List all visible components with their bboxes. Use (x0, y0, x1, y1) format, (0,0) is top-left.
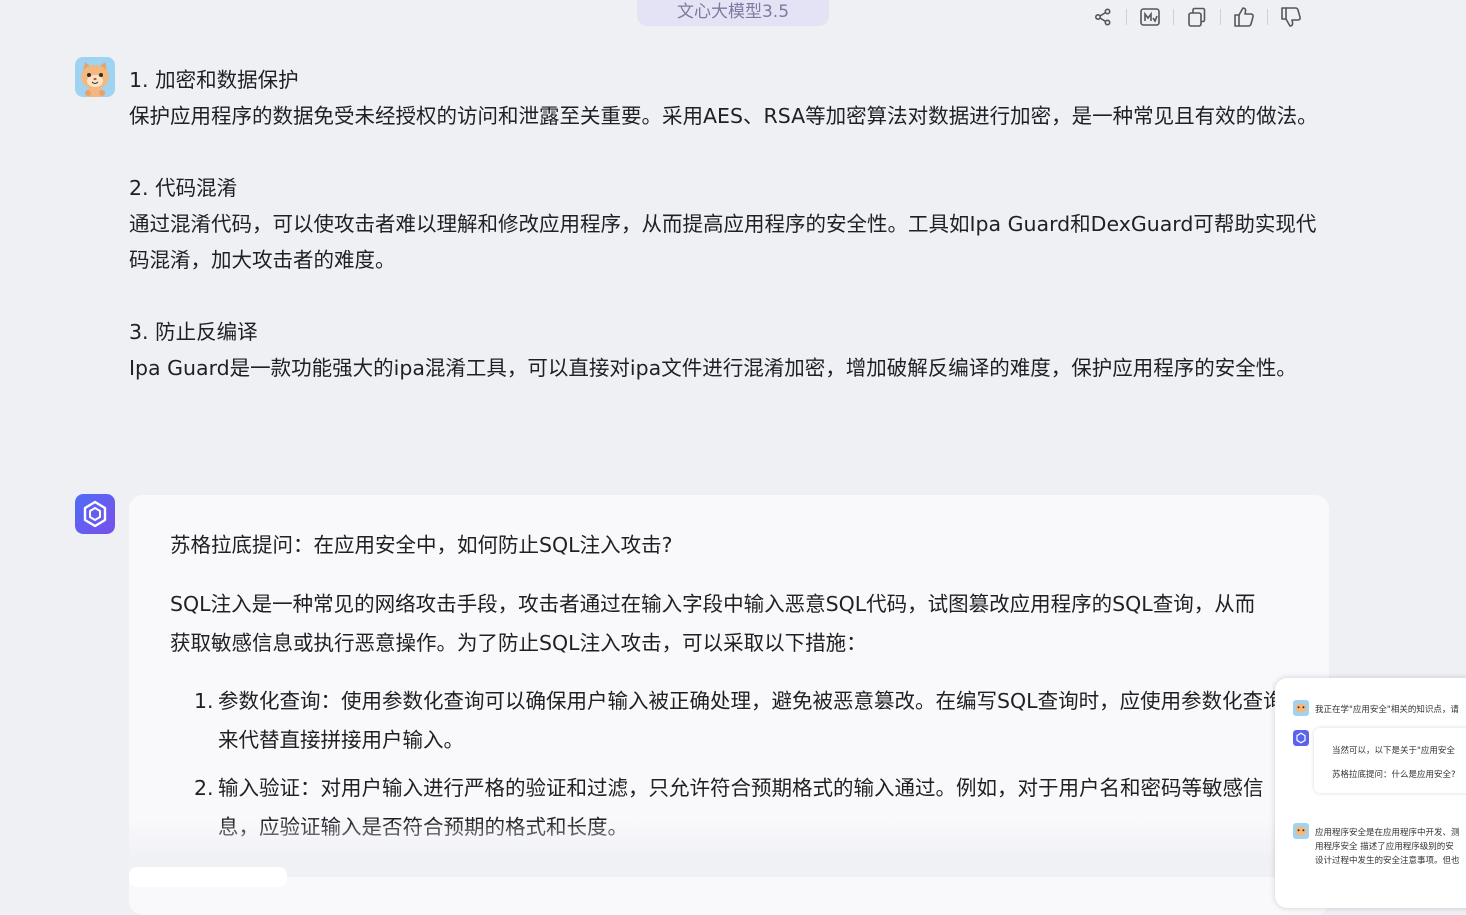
preview-answer-bubble: 当然可以，以下是关于"应用安全 苏格拉底提问：什么是应用安全? (1314, 728, 1466, 793)
conversation-preview-panel[interactable]: 我正在学"应用安全"相关的知识点，请 当然可以，以下是关于"应用安全 苏格拉底提… (1275, 678, 1466, 908)
share-icon (1094, 8, 1111, 26)
ernie-logo-icon (75, 494, 115, 534)
preview-answer-line: 苏格拉底提问：什么是应用安全? (1332, 770, 1456, 780)
user-avatar (75, 57, 115, 97)
preview-answer-line: 当然可以，以下是关于"应用安全 (1332, 746, 1455, 756)
preview-text-line: 设计过程中发生的安全注意事项。但也 (1315, 856, 1460, 866)
preview-text-line: 用程序安全 描述了应用程序级别的安 (1315, 842, 1454, 852)
copy-button[interactable] (1184, 4, 1210, 30)
model-tag: 文心大模型3.5 (637, 0, 829, 26)
thumbs-up-icon (1234, 7, 1254, 27)
section-body: 保护应用程序的数据免受未经授权的访问和泄露至关重要。采用AES、RSA等加密算法… (129, 104, 1318, 128)
section-heading: 3. 防止反编译 (129, 320, 258, 344)
list-number: 1. (194, 689, 214, 713)
message-actions (1090, 2, 1304, 32)
cat-avatar-icon (75, 57, 115, 97)
thumbs-down-icon (1281, 7, 1301, 27)
cat-avatar-icon (1293, 823, 1309, 839)
divider (1220, 9, 1221, 25)
share-button[interactable] (1090, 4, 1116, 30)
list-text: 参数化查询：使用参数化查询可以确保用户输入被正确处理，避免被恶意篡改。在编写SQ… (218, 689, 1284, 752)
divider (1173, 9, 1174, 25)
section-body: Ipa Guard是一款功能强大的ipa混淆工具，可以直接对ipa文件进行混淆加… (129, 356, 1297, 380)
assistant-message-card: 苏格拉底提问：在应用安全中，如何防止SQL注入攻击? SQL注入是一种常见的网络… (129, 495, 1329, 915)
section-heading: 2. 代码混淆 (129, 176, 238, 200)
divider (1267, 9, 1268, 25)
preview-user-avatar (1293, 700, 1309, 716)
preview-assistant-avatar (1293, 730, 1309, 746)
ernie-logo-icon (1293, 730, 1309, 746)
divider (1126, 9, 1127, 25)
section-heading: 1. 加密和数据保护 (129, 68, 299, 92)
next-message-stub (129, 867, 287, 887)
list-item: 2. 输入验证：对用户输入进行严格的验证和过滤，只允许符合预期格式的输入通过。例… (170, 769, 1290, 847)
thumbs-up-button[interactable] (1231, 4, 1257, 30)
answer-intro: SQL注入是一种常见的网络攻击手段，攻击者通过在输入字段中输入恶意SQL代码，试… (170, 592, 1256, 655)
preview-user-text: 我正在学"应用安全"相关的知识点，请 (1315, 705, 1459, 715)
assistant-avatar (75, 494, 115, 534)
list-number: 2. (194, 776, 214, 800)
section-body: 通过混淆代码，可以使攻击者难以理解和修改应用程序，从而提高应用程序的安全性。工具… (129, 212, 1317, 272)
list-text: 输入验证：对用户输入进行严格的验证和过滤，只允许符合预期格式的输入通过。例如，对… (218, 776, 1264, 839)
markdown-button[interactable] (1137, 4, 1163, 30)
list-item: 1. 参数化查询：使用参数化查询可以确保用户输入被正确处理，避免被恶意篡改。在编… (170, 682, 1290, 760)
cat-avatar-icon (1293, 700, 1309, 716)
answer-list: 1. 参数化查询：使用参数化查询可以确保用户输入被正确处理，避免被恶意篡改。在编… (170, 682, 1290, 856)
markdown-icon (1140, 8, 1160, 26)
preview-user-avatar (1293, 823, 1309, 839)
thumbs-down-button[interactable] (1278, 4, 1304, 30)
user-message: 1. 加密和数据保护 保护应用程序的数据免受未经授权的访问和泄露至关重要。采用A… (129, 62, 1329, 386)
copy-icon (1188, 7, 1206, 27)
socratic-question: 苏格拉底提问：在应用安全中，如何防止SQL注入攻击? (170, 533, 673, 557)
preview-text-line: 应用程序安全是在应用程序中开发、测 (1315, 828, 1460, 838)
